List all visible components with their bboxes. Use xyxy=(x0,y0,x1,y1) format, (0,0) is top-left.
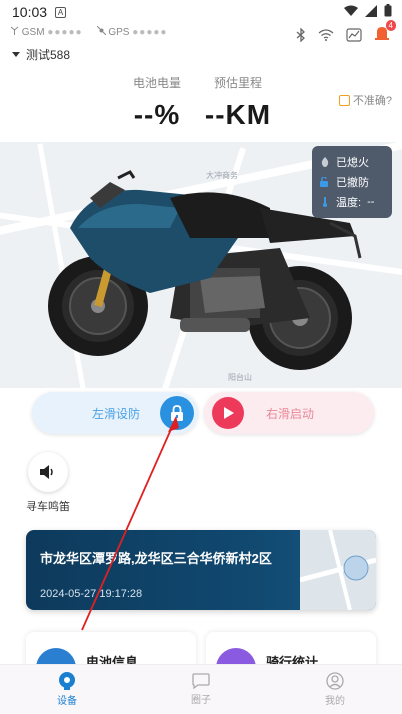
cell-signal-icon xyxy=(365,4,377,17)
start-button[interactable] xyxy=(212,397,244,429)
gps-indicator: GPS ●●●●● xyxy=(96,25,168,38)
defense-status: 已撤防 xyxy=(320,172,384,192)
inaccurate-label: 不准确? xyxy=(352,95,392,107)
nav-community-label: 圈子 xyxy=(191,695,211,706)
play-icon xyxy=(224,407,234,419)
battery-stat: 电池电量 --% xyxy=(122,74,192,131)
chat-icon xyxy=(192,673,210,689)
wifi-icon xyxy=(344,5,358,16)
wifi-status-icon[interactable] xyxy=(318,28,334,41)
horn-label: 寻车鸣笛 xyxy=(26,501,70,513)
alarm-button[interactable]: 4 xyxy=(374,20,396,45)
lock-icon xyxy=(171,405,183,421)
map-label-c: 阳台山 xyxy=(228,373,252,382)
device-selector[interactable]: 测试588 xyxy=(12,46,70,63)
motorbike-icon xyxy=(59,672,75,690)
nav-community[interactable]: 圈子 xyxy=(134,665,268,714)
defense-label: 已撤防 xyxy=(336,177,369,189)
status-icons xyxy=(344,4,392,17)
speaker-icon xyxy=(40,465,53,479)
swipe-start-slider[interactable]: 右滑启动 xyxy=(204,392,374,434)
chart-icon[interactable] xyxy=(346,27,362,42)
status-time: 10:03 xyxy=(12,4,48,20)
bluetooth-icon[interactable] xyxy=(296,27,306,42)
mini-map-graphic xyxy=(299,530,376,610)
nav-device-label: 设备 xyxy=(57,696,77,707)
caret-down-icon xyxy=(12,52,20,57)
location-address: 市龙华区潭罗路,龙华区三合华侨新村2区 xyxy=(40,551,272,566)
gsm-label: GSM xyxy=(21,27,45,38)
lock-button[interactable] xyxy=(160,396,194,430)
temperature-label: 温度: xyxy=(336,197,362,209)
unlock-icon xyxy=(320,177,328,187)
nav-profile[interactable]: 我的 xyxy=(268,665,402,714)
flame-icon xyxy=(321,157,329,167)
user-icon xyxy=(326,672,344,690)
satellite-icon xyxy=(96,25,106,36)
bottom-nav: 设备 圈子 我的 xyxy=(0,664,402,714)
location-card[interactable]: 市龙华区潭罗路,龙华区三合华侨新村2区 2024-05-27 19:17:28 xyxy=(26,530,376,610)
temperature-value: -- xyxy=(367,196,375,208)
status-bar: 10:03 A xyxy=(0,0,402,24)
range-value: --KM xyxy=(204,99,272,130)
ignition-label: 已熄火 xyxy=(336,157,369,169)
vehicle-status-panel: 已熄火 已撤防 温度: -- xyxy=(312,146,392,218)
battery-value: --% xyxy=(133,99,181,130)
battery-icon xyxy=(384,4,392,17)
find-car-horn-button[interactable] xyxy=(28,452,68,492)
swipe-start-label: 右滑启动 xyxy=(266,406,315,421)
device-name: 测试588 xyxy=(26,48,71,62)
header-icons: 4 xyxy=(296,20,396,45)
swipe-arm-label: 左滑设防 xyxy=(92,406,141,421)
location-mini-map xyxy=(299,530,376,610)
nav-device[interactable]: 设备 xyxy=(0,665,134,714)
swipe-arm-slider[interactable]: 左滑设防 xyxy=(32,392,198,434)
battery-label: 电池电量 xyxy=(132,76,181,90)
inaccurate-button[interactable]: 不准确? xyxy=(338,92,392,108)
alarm-count-badge: 4 xyxy=(385,20,396,31)
location-time: 2024-05-27 19:17:28 xyxy=(40,588,143,600)
nav-profile-label: 我的 xyxy=(325,696,345,707)
gsm-icon xyxy=(10,26,19,35)
temperature-status: 温度: -- xyxy=(320,192,384,212)
notification-icon: A xyxy=(55,6,67,18)
gps-value: ●●●●● xyxy=(132,27,168,38)
gps-label: GPS xyxy=(108,27,130,38)
gsm-value: ●●●●● xyxy=(47,27,83,38)
gsm-indicator: GSM ●●●●● xyxy=(10,26,83,38)
edit-icon xyxy=(338,94,350,106)
signal-row: GSM ●●●●● GPS ●●●●● xyxy=(10,25,168,38)
ignition-status: 已熄火 xyxy=(320,152,384,172)
thermometer-icon xyxy=(323,197,327,207)
range-label: 预估里程 xyxy=(213,76,262,90)
range-stat: 预估里程 --KM xyxy=(198,74,278,131)
